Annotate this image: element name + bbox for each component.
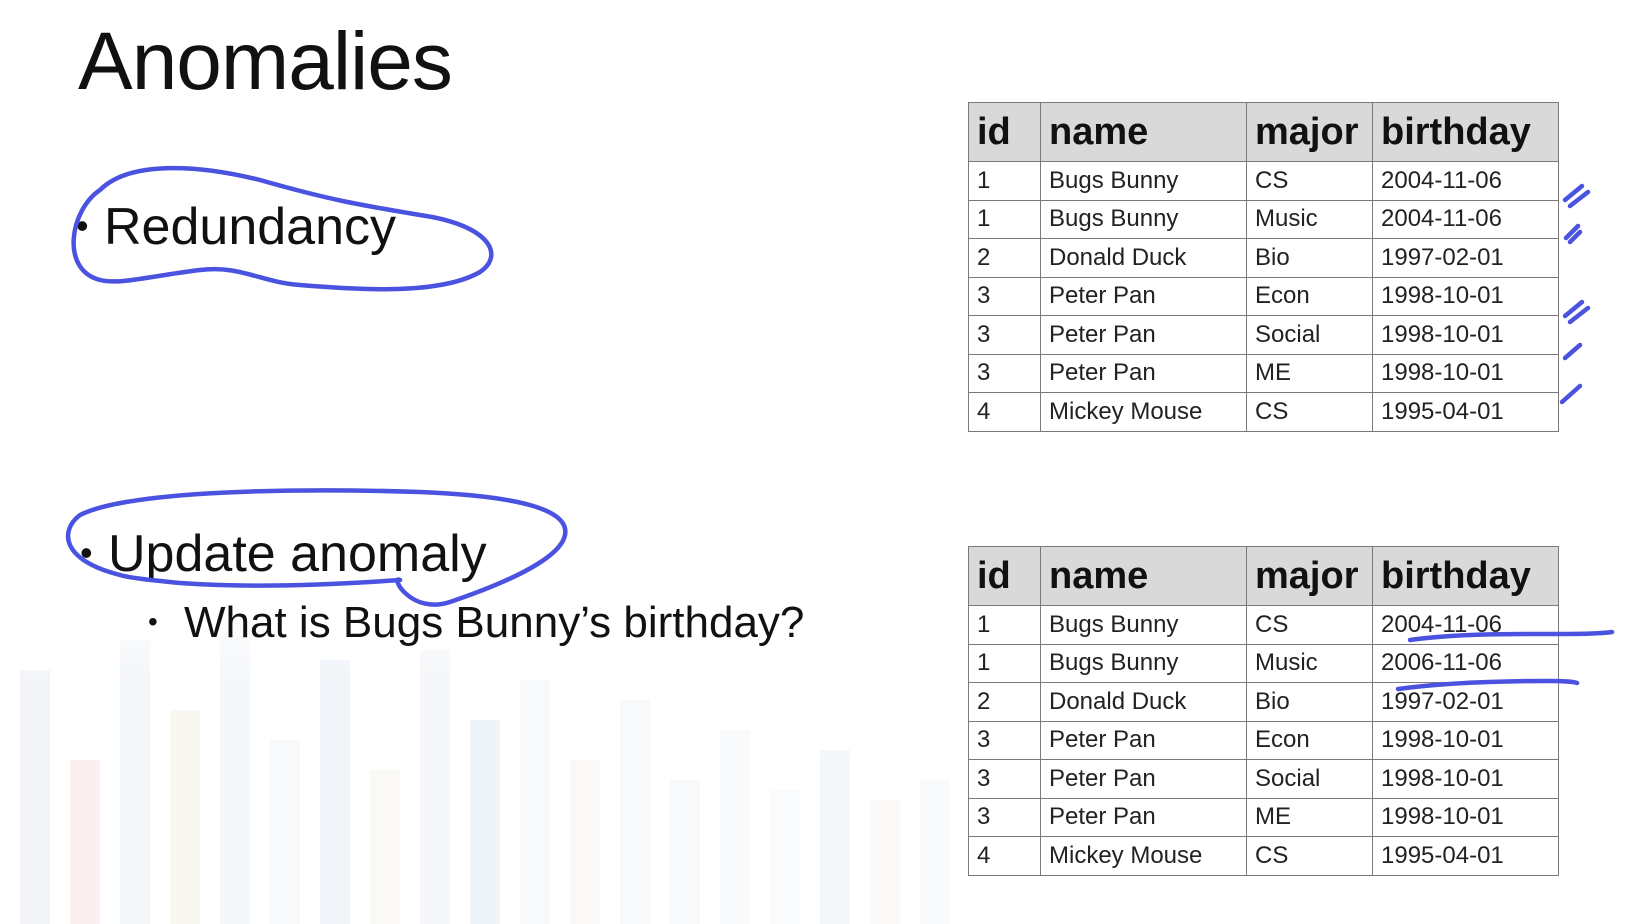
header-major: major (1246, 102, 1373, 162)
cell-birthday: 1995-04-01 (1372, 836, 1559, 876)
cell-major: ME (1246, 353, 1373, 393)
bullet-dot: • (80, 532, 93, 573)
cell-birthday: 1998-10-01 (1372, 720, 1559, 760)
cell-name: Bugs Bunny (1040, 643, 1247, 683)
cell-id: 2 (968, 682, 1041, 722)
table-row: 3 Peter Pan Econ 1998-10-01 (968, 720, 1559, 760)
sub-bullet-question-label: What is Bugs Bunny’s birthday? (184, 598, 805, 647)
table-header-row: id name major birthday (968, 546, 1559, 606)
cell-name: Bugs Bunny (1040, 605, 1247, 645)
cell-major: CS (1246, 161, 1373, 201)
table-row: 4 Mickey Mouse CS 1995-04-01 (968, 836, 1559, 876)
tick-mark-annotation (1559, 383, 1583, 405)
cell-major: ME (1246, 797, 1373, 837)
redundancy-table: id name major birthday 1 Bugs Bunny CS 2… (968, 102, 1559, 432)
tick-mark-annotation (1563, 223, 1583, 245)
header-id: id (968, 102, 1041, 162)
table-row: 3 Peter Pan Social 1998-10-01 (968, 759, 1559, 799)
cell-major: Econ (1246, 276, 1373, 316)
cell-name: Peter Pan (1040, 720, 1247, 760)
cell-major: Bio (1246, 682, 1373, 722)
table-row: 1 Bugs Bunny CS 2004-11-06 (968, 605, 1559, 645)
cell-name: Mickey Mouse (1040, 836, 1247, 876)
cell-birthday: 1998-10-01 (1372, 276, 1559, 316)
table-header-row: id name major birthday (968, 102, 1559, 162)
table-row: 3 Peter Pan ME 1998-10-01 (968, 353, 1559, 393)
cell-major: Music (1246, 199, 1373, 239)
cell-id: 3 (968, 720, 1041, 760)
bullet-update-anomaly: • Update anomaly (80, 523, 487, 584)
table-row: 3 Peter Pan ME 1998-10-01 (968, 797, 1559, 837)
cell-birthday: 1998-10-01 (1372, 353, 1559, 393)
cell-major: Social (1246, 759, 1373, 799)
cell-major: CS (1246, 836, 1373, 876)
header-major: major (1246, 546, 1373, 606)
cell-birthday: 1997-02-01 (1372, 682, 1559, 722)
header-birthday: birthday (1372, 546, 1559, 606)
cell-birthday: 2004-11-06 (1372, 199, 1559, 239)
table-row: 3 Peter Pan Econ 1998-10-01 (968, 276, 1559, 316)
table-row: 1 Bugs Bunny Music 2004-11-06 (968, 199, 1559, 239)
cell-name: Peter Pan (1040, 797, 1247, 837)
tick-mark-annotation (1562, 183, 1591, 209)
sub-bullet-question: • What is Bugs Bunny’s birthday? (148, 595, 804, 650)
cell-id: 1 (968, 643, 1041, 683)
cell-major: CS (1246, 605, 1373, 645)
bullet-update-anomaly-label: Update anomaly (108, 525, 487, 583)
cell-id: 3 (968, 797, 1041, 837)
cell-major: Music (1246, 643, 1373, 683)
update-anomaly-table: id name major birthday 1 Bugs Bunny CS 2… (968, 546, 1559, 876)
table-row: 1 Bugs Bunny Music 2006-11-06 (968, 643, 1559, 683)
bullet-redundancy: • Redundancy (76, 196, 396, 257)
cell-id: 4 (968, 392, 1041, 432)
cell-birthday: 1997-02-01 (1372, 238, 1559, 278)
cell-birthday: 1995-04-01 (1372, 392, 1559, 432)
cell-name: Peter Pan (1040, 315, 1247, 355)
table-row: 1 Bugs Bunny CS 2004-11-06 (968, 161, 1559, 201)
cell-id: 3 (968, 315, 1041, 355)
cell-birthday: 2004-11-06 (1372, 605, 1559, 645)
cell-major: CS (1246, 392, 1373, 432)
bullet-redundancy-label: Redundancy (104, 198, 396, 256)
tick-mark-annotation (1562, 342, 1583, 361)
header-id: id (968, 546, 1041, 606)
cell-name: Bugs Bunny (1040, 161, 1247, 201)
tick-mark-annotation (1562, 299, 1591, 325)
header-birthday: birthday (1372, 102, 1559, 162)
cell-id: 1 (968, 199, 1041, 239)
page-title: Anomalies (78, 16, 453, 107)
cell-name: Peter Pan (1040, 759, 1247, 799)
cell-birthday: 1998-10-01 (1372, 759, 1559, 799)
cell-id: 3 (968, 353, 1041, 393)
cell-birthday: 2006-11-06 (1372, 643, 1559, 683)
slide: Anomalies • Redundancy • Update anomaly • W… (0, 0, 1650, 924)
header-name: name (1040, 546, 1247, 606)
cell-id: 3 (968, 276, 1041, 316)
table-row: 2 Donald Duck Bio 1997-02-01 (968, 682, 1559, 722)
table-row: 3 Peter Pan Social 1998-10-01 (968, 315, 1559, 355)
cell-name: Donald Duck (1040, 238, 1247, 278)
cell-birthday: 2004-11-06 (1372, 161, 1559, 201)
bullet-dot: • (76, 205, 89, 246)
table-row: 2 Donald Duck Bio 1997-02-01 (968, 238, 1559, 278)
table-row: 4 Mickey Mouse CS 1995-04-01 (968, 392, 1559, 432)
cell-id: 1 (968, 161, 1041, 201)
cell-id: 2 (968, 238, 1041, 278)
cell-name: Peter Pan (1040, 353, 1247, 393)
cell-id: 4 (968, 836, 1041, 876)
header-name: name (1040, 102, 1247, 162)
cell-name: Peter Pan (1040, 276, 1247, 316)
cell-name: Mickey Mouse (1040, 392, 1247, 432)
cell-name: Bugs Bunny (1040, 199, 1247, 239)
cell-id: 3 (968, 759, 1041, 799)
cell-id: 1 (968, 605, 1041, 645)
cell-major: Econ (1246, 720, 1373, 760)
cell-birthday: 1998-10-01 (1372, 315, 1559, 355)
cell-birthday: 1998-10-01 (1372, 797, 1559, 837)
cell-name: Donald Duck (1040, 682, 1247, 722)
cell-major: Social (1246, 315, 1373, 355)
cell-major: Bio (1246, 238, 1373, 278)
sub-bullet-dot: • (148, 606, 158, 637)
